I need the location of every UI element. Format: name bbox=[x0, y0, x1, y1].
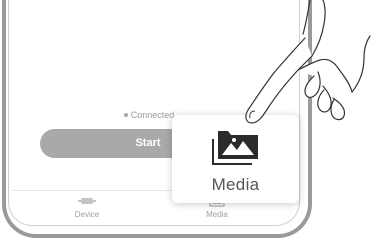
device-icon bbox=[78, 198, 96, 204]
nav-media-label: Media bbox=[206, 210, 228, 219]
tutorial-illustration: Connected Start Device Media Media bbox=[0, 0, 380, 244]
status-dot bbox=[123, 112, 128, 117]
nav-item-device[interactable]: Device bbox=[42, 195, 132, 219]
status-text: Connected bbox=[130, 110, 175, 120]
media-folder-icon bbox=[212, 131, 258, 165]
nav-device-label: Device bbox=[74, 210, 100, 219]
media-callout-label: Media bbox=[211, 175, 260, 194]
media-callout: Media bbox=[172, 115, 299, 203]
